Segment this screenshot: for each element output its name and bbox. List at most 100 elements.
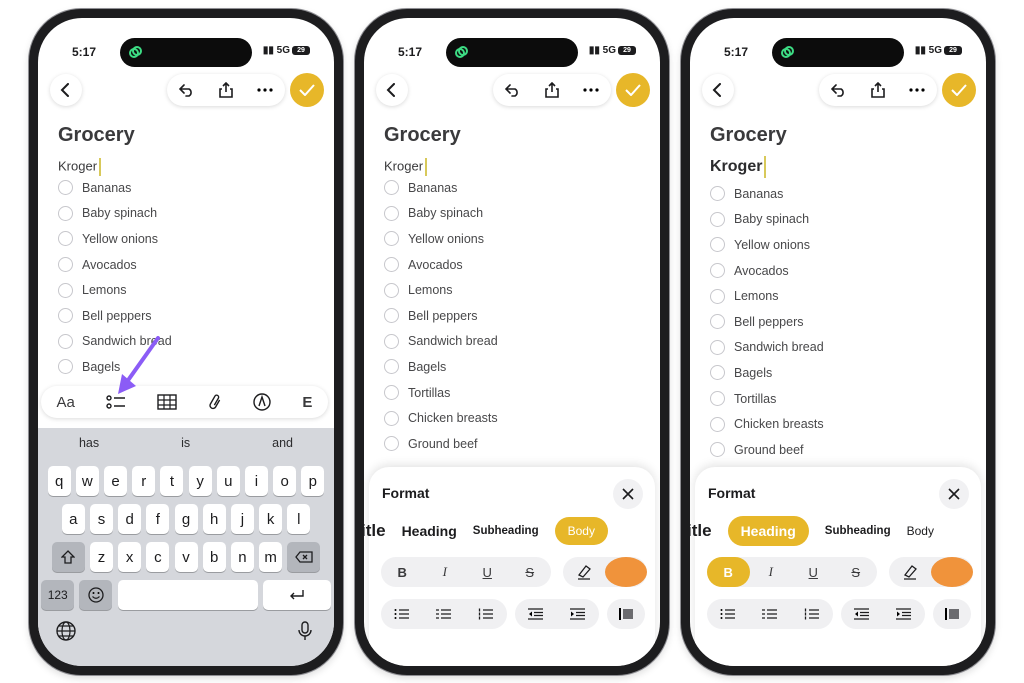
key[interactable]: l — [287, 504, 311, 534]
undo-button[interactable] — [498, 83, 528, 97]
checklist-item[interactable]: Yellow onions — [58, 226, 172, 252]
checkbox-circle[interactable] — [710, 442, 725, 458]
checkbox-circle[interactable] — [710, 211, 725, 227]
style-subheading[interactable]: Subheading — [473, 525, 539, 537]
key[interactable]: z — [89, 542, 113, 572]
checkbox-circle[interactable] — [710, 186, 725, 202]
checkbox-circle[interactable] — [710, 391, 725, 407]
checkbox-circle[interactable] — [710, 339, 725, 355]
store-line[interactable]: Kroger — [710, 156, 767, 178]
key[interactable]: f — [146, 504, 170, 534]
checkbox-circle[interactable] — [58, 308, 73, 324]
back-button[interactable] — [376, 74, 408, 106]
markup-button[interactable] — [253, 393, 271, 411]
color-button[interactable] — [931, 557, 973, 587]
key[interactable]: b — [202, 542, 226, 572]
close-button[interactable] — [613, 479, 643, 509]
suggestion[interactable]: has — [79, 436, 99, 450]
checklist-item[interactable]: Baby spinach — [710, 207, 824, 233]
style-body[interactable]: Body — [554, 517, 608, 545]
numbered-list-button[interactable] — [791, 599, 833, 629]
table-button[interactable] — [157, 394, 177, 410]
emoji-key[interactable] — [79, 580, 113, 610]
strikethrough-button[interactable]: S — [835, 557, 878, 587]
checkbox-circle[interactable] — [58, 205, 73, 221]
style-title[interactable]: itle — [364, 521, 386, 541]
close-button[interactable] — [939, 479, 969, 509]
checklist-item[interactable]: Tortillas — [710, 386, 824, 412]
share-button[interactable] — [537, 82, 567, 98]
key[interactable]: g — [174, 504, 198, 534]
share-button[interactable] — [863, 82, 893, 98]
checkbox-circle[interactable] — [384, 410, 399, 426]
italic-button[interactable]: I — [424, 557, 467, 587]
back-button[interactable] — [50, 74, 82, 106]
more-button[interactable] — [902, 88, 932, 92]
more-tools-icon[interactable]: E — [302, 394, 312, 411]
share-button[interactable] — [211, 82, 241, 98]
store-line[interactable]: Kroger — [58, 158, 102, 176]
key[interactable]: y — [188, 466, 212, 496]
undo-button[interactable] — [824, 83, 854, 97]
checklist-item[interactable]: Avocados — [58, 252, 172, 278]
checklist-item[interactable]: Bananas — [58, 175, 172, 201]
block-quote-button[interactable] — [607, 599, 645, 629]
more-button[interactable] — [250, 88, 280, 92]
delete-key[interactable] — [287, 542, 321, 572]
checkbox-circle[interactable] — [710, 314, 725, 330]
key[interactable]: k — [259, 504, 283, 534]
key[interactable]: p — [301, 466, 325, 496]
style-heading[interactable]: Heading — [402, 523, 457, 539]
style-heading[interactable]: Heading — [727, 516, 809, 546]
key[interactable]: m — [259, 542, 283, 572]
checklist-item[interactable]: Lemons — [58, 277, 172, 303]
block-quote-button[interactable] — [933, 599, 971, 629]
highlight-button[interactable] — [563, 557, 605, 587]
bold-button[interactable]: B — [707, 557, 750, 587]
key[interactable]: h — [202, 504, 226, 534]
checklist-item[interactable]: Lemons — [384, 277, 498, 303]
checkbox-circle[interactable] — [384, 257, 399, 273]
text-style-button[interactable]: Aa — [57, 394, 75, 411]
key[interactable]: j — [230, 504, 254, 534]
checkbox-circle[interactable] — [384, 359, 399, 375]
key[interactable]: v — [174, 542, 198, 572]
style-subheading[interactable]: Subheading — [825, 525, 891, 537]
checkbox-circle[interactable] — [58, 180, 73, 196]
key[interactable]: r — [132, 466, 156, 496]
checkbox-circle[interactable] — [710, 416, 725, 432]
bullet-list-button[interactable] — [707, 599, 749, 629]
checkbox-circle[interactable] — [384, 436, 399, 452]
key[interactable]: o — [273, 466, 297, 496]
numbered-list-button[interactable] — [465, 599, 507, 629]
return-key[interactable] — [262, 580, 331, 610]
attachment-button[interactable] — [208, 393, 222, 411]
outdent-button[interactable] — [515, 599, 557, 629]
key[interactable]: u — [216, 466, 240, 496]
undo-button[interactable] — [172, 83, 202, 97]
checkbox-circle[interactable] — [384, 205, 399, 221]
style-title[interactable]: itle — [690, 521, 712, 541]
checkbox-circle[interactable] — [710, 263, 725, 279]
checklist-item[interactable]: Bell peppers — [384, 303, 498, 329]
checkbox-circle[interactable] — [58, 282, 73, 298]
checklist-item[interactable]: Bell peppers — [58, 303, 172, 329]
checkbox-circle[interactable] — [58, 359, 73, 375]
checkbox-circle[interactable] — [384, 282, 399, 298]
back-button[interactable] — [702, 74, 734, 106]
checklist-item[interactable]: Baby spinach — [58, 201, 172, 227]
key[interactable]: q — [47, 466, 71, 496]
checkbox-circle[interactable] — [384, 333, 399, 349]
checkbox-circle[interactable] — [384, 308, 399, 324]
dash-list-button[interactable] — [423, 599, 465, 629]
checklist-item[interactable]: Yellow onions — [384, 226, 498, 252]
more-button[interactable] — [576, 88, 606, 92]
checklist-item[interactable]: Bagels — [384, 354, 498, 380]
note-title[interactable]: Grocery — [384, 124, 461, 147]
checklist-item[interactable]: Avocados — [710, 258, 824, 284]
underline-button[interactable]: U — [466, 557, 509, 587]
outdent-button[interactable] — [841, 599, 883, 629]
checklist-item[interactable]: Bananas — [384, 175, 498, 201]
strikethrough-button[interactable]: S — [509, 557, 552, 587]
done-button[interactable] — [942, 73, 976, 107]
